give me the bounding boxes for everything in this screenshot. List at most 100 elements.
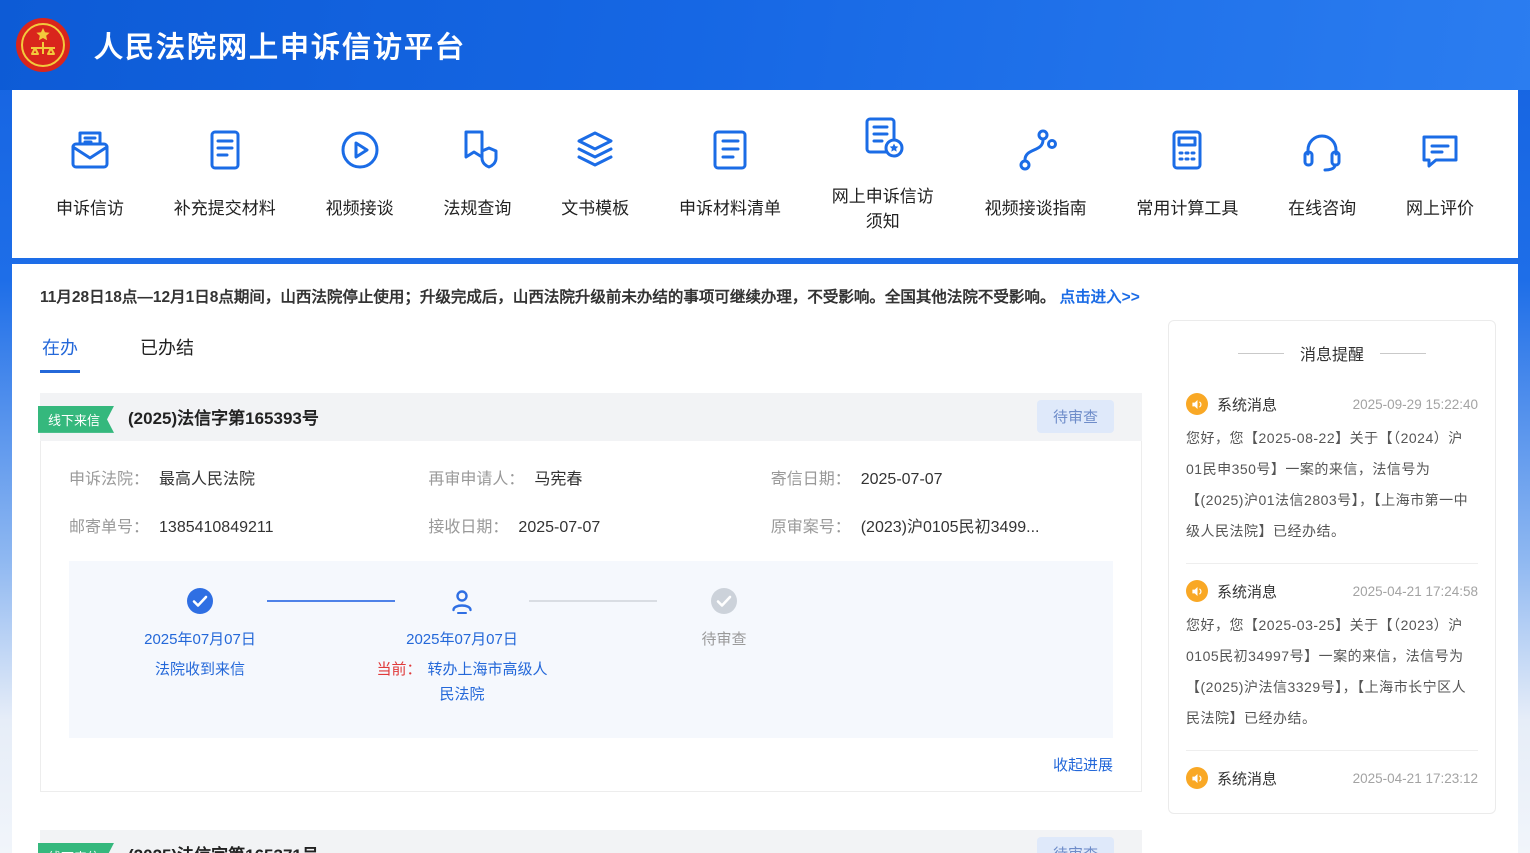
- timeline-date: 2025年07月07日: [144, 628, 256, 649]
- nav-label: 申诉信访: [56, 196, 124, 222]
- message-item[interactable]: 系统消息 2025-04-21 17:24:58 您好，您【2025-03-25…: [1186, 564, 1478, 751]
- nav-item-supplement-materials[interactable]: 补充提交材料: [174, 126, 276, 222]
- message-head: 系统消息 2025-04-21 17:24:58: [1186, 568, 1478, 610]
- route-icon: [1012, 126, 1060, 179]
- main-content: 11月28日18点—12月1日8点期间，山西法院停止使用；升级完成后，山西法院升…: [12, 264, 1518, 853]
- nav-label: 视频接谈指南: [985, 196, 1087, 222]
- layers-icon: [571, 126, 619, 179]
- offline-letter-tag: 线下来信: [38, 406, 114, 433]
- case-fields: 申诉法院：最高人民法院 再审申请人：马宪春 寄信日期：2025-07-07 邮寄…: [69, 465, 1113, 537]
- timeline-connector-pending: [529, 600, 657, 602]
- message-panel: 消息提醒 系统消息 2025-09-29 15:22:40 您好，您【2025-…: [1168, 320, 1496, 814]
- field-petition-court: 申诉法院：最高人民法院: [69, 465, 428, 489]
- calculator-icon: [1163, 126, 1211, 179]
- offline-letter-tag: 线下来信: [38, 843, 114, 853]
- timeline-label: 法院收到来信: [109, 657, 291, 683]
- nav-label: 在线咨询: [1288, 196, 1356, 222]
- check-circle-gray-icon: [710, 587, 738, 615]
- speaker-icon: [1186, 767, 1208, 789]
- message-time: 2025-04-21 17:23:12: [1353, 771, 1478, 786]
- field-tracking-number: 邮寄单号：1385410849211: [69, 513, 428, 537]
- status-badge: 待审查: [1037, 400, 1114, 433]
- message-text: 您好，您【2025-03-25】关于【（2023）沪0105民初34997号】一…: [1186, 610, 1478, 734]
- check-circle-icon: [186, 587, 214, 615]
- court-emblem-logo: [14, 16, 72, 74]
- message-type: 系统消息: [1217, 394, 1277, 415]
- field-receive-date: 接收日期：2025-07-07: [428, 513, 770, 537]
- status-badge: 待审查: [1037, 837, 1114, 853]
- messages-column: 消息提醒 系统消息 2025-09-29 15:22:40 您好，您【2025-…: [1168, 278, 1496, 853]
- decorative-dash: [1238, 353, 1284, 354]
- speaker-icon: [1186, 393, 1208, 415]
- nav-item-video-interview[interactable]: 视频接谈: [326, 126, 394, 222]
- nav-label: 视频接谈: [326, 196, 394, 222]
- case-card: 线下来信 (2025)法信字第165371号 待审查: [40, 830, 1142, 853]
- nav-item-material-checklist[interactable]: 申诉材料清单: [679, 126, 781, 222]
- system-notice: 11月28日18点—12月1日8点期间，山西法院停止使用；升级完成后，山西法院升…: [40, 284, 1142, 312]
- notice-text: 11月28日18点—12月1日8点期间，山西法院停止使用；升级完成后，山西法院升…: [40, 289, 1055, 306]
- nav-item-petition-notice[interactable]: 网上申诉信访须知: [831, 114, 935, 235]
- nav-item-online-review[interactable]: 网上评价: [1406, 126, 1474, 222]
- nav-item-law-search[interactable]: 法规查询: [443, 126, 511, 222]
- nav-item-petition[interactable]: 申诉信访: [56, 126, 124, 222]
- message-item[interactable]: 系统消息 2025-04-21 17:23:12: [1186, 751, 1478, 813]
- message-time: 2025-09-29 15:22:40: [1353, 397, 1478, 412]
- timeline-connector-done: [267, 600, 395, 602]
- top-navigation: 申诉信访 补充提交材料 视频接谈 法规查询 文书模板 申诉材料清单 网上申诉信访…: [12, 90, 1518, 258]
- person-pin-icon: [448, 587, 476, 615]
- message-panel-header: 消息提醒: [1169, 321, 1495, 377]
- nav-label: 网上申诉信访须知: [831, 184, 935, 235]
- message-text: 您好，您【2025-08-22】关于【（2024）沪01民申350号】一案的来信…: [1186, 423, 1478, 547]
- case-number: (2025)法信字第165393号: [128, 404, 319, 429]
- progress-timeline: 2025年07月07日 法院收到来信 2025年07月07日 当前： 转办上海市高…: [69, 561, 1113, 738]
- speaker-icon: [1186, 580, 1208, 602]
- message-item[interactable]: 系统消息 2025-09-29 15:22:40 您好，您【2025-08-22…: [1186, 377, 1478, 564]
- app-header: 人民法院网上申诉信访平台: [0, 0, 1530, 90]
- case-tabs: 在办 已办结: [40, 328, 1142, 373]
- play-circle-icon: [336, 126, 384, 179]
- timeline-pending-label: 待审查: [701, 628, 746, 649]
- nav-item-document-templates[interactable]: 文书模板: [561, 126, 629, 222]
- field-retrial-applicant: 再审申请人：马宪春: [428, 465, 770, 489]
- nav-label: 文书模板: [561, 196, 629, 222]
- message-head: 系统消息 2025-04-21 17:23:12: [1186, 755, 1478, 797]
- message-type: 系统消息: [1217, 768, 1277, 789]
- chat-icon: [1416, 126, 1464, 179]
- case-number: (2025)法信字第165371号: [128, 841, 319, 853]
- message-panel-title: 消息提醒: [1300, 341, 1364, 365]
- notice-enter-link[interactable]: 点击进入>>: [1060, 289, 1140, 306]
- timeline-label: 当前： 转办上海市高级人民法院: [371, 657, 553, 708]
- nav-item-calculator-tools[interactable]: 常用计算工具: [1136, 126, 1238, 222]
- current-marker: 当前：: [376, 661, 421, 678]
- tab-completed[interactable]: 已办结: [138, 328, 196, 373]
- page-title: 人民法院网上申诉信访平台: [94, 24, 466, 66]
- nav-label: 网上评价: [1406, 196, 1474, 222]
- nav-item-online-consult[interactable]: 在线咨询: [1288, 126, 1356, 222]
- timeline-step-received: 2025年07月07日 法院收到来信: [69, 587, 331, 708]
- case-card: 线下来信 (2025)法信字第165393号 待审查 申诉法院：最高人民法院 再…: [40, 393, 1142, 792]
- collapse-progress-link[interactable]: 收起进展: [69, 754, 1113, 775]
- nav-item-video-guide[interactable]: 视频接谈指南: [985, 126, 1087, 222]
- nav-label: 补充提交材料: [174, 196, 276, 222]
- nav-label: 常用计算工具: [1136, 196, 1238, 222]
- timeline-label-text: 转办上海市高级人民法院: [428, 661, 548, 704]
- law-shield-icon: [453, 126, 501, 179]
- message-type: 系统消息: [1217, 581, 1277, 602]
- tab-in-progress[interactable]: 在办: [40, 328, 80, 373]
- case-header[interactable]: 线下来信 (2025)法信字第165393号 待审查: [40, 393, 1142, 441]
- decorative-dash: [1380, 353, 1426, 354]
- case-body: 申诉法院：最高人民法院 再审申请人：马宪春 寄信日期：2025-07-07 邮寄…: [40, 441, 1142, 792]
- message-head: 系统消息 2025-09-29 15:22:40: [1186, 381, 1478, 423]
- headset-icon: [1298, 126, 1346, 179]
- field-original-case-no: 原审案号：(2023)沪0105民初3499...: [771, 513, 1113, 537]
- case-header[interactable]: 线下来信 (2025)法信字第165371号 待审查: [40, 830, 1142, 853]
- document-icon: [201, 126, 249, 179]
- timeline-steps: 2025年07月07日 法院收到来信 2025年07月07日 当前： 转办上海市高…: [69, 587, 1113, 708]
- cases-column: 11月28日18点—12月1日8点期间，山西法院停止使用；升级完成后，山西法院升…: [40, 278, 1142, 853]
- checklist-icon: [706, 126, 754, 179]
- field-mail-date: 寄信日期：2025-07-07: [771, 465, 1113, 489]
- message-time: 2025-04-21 17:24:58: [1353, 584, 1478, 599]
- timeline-date: 2025年07月07日: [406, 628, 518, 649]
- timeline-step-transferred: 2025年07月07日 当前： 转办上海市高级人民法院: [331, 587, 593, 708]
- timeline-step-review: 待审查: [593, 587, 855, 708]
